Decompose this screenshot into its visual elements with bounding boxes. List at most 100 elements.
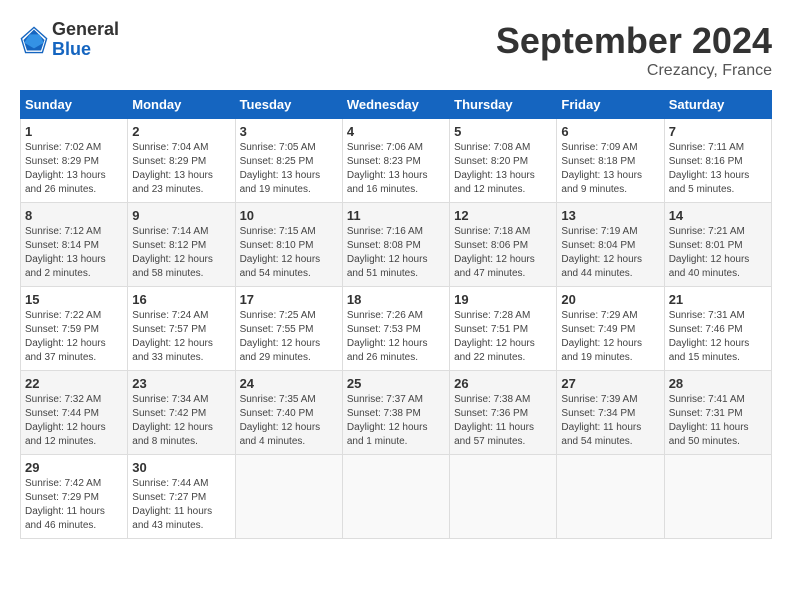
table-row: 17 Sunrise: 7:25 AM Sunset: 7:55 PM Dayl… — [235, 287, 342, 371]
sunset-text: Sunset: 7:29 PM — [25, 492, 99, 503]
day-number: 26 — [454, 376, 552, 391]
sunrise-text: Sunrise: 7:12 AM — [25, 226, 101, 237]
table-row: 29 Sunrise: 7:42 AM Sunset: 7:29 PM Dayl… — [21, 455, 128, 539]
table-row: 11 Sunrise: 7:16 AM Sunset: 8:08 PM Dayl… — [342, 203, 449, 287]
table-row: 25 Sunrise: 7:37 AM Sunset: 7:38 PM Dayl… — [342, 371, 449, 455]
table-row: 23 Sunrise: 7:34 AM Sunset: 7:42 PM Dayl… — [128, 371, 235, 455]
logo-icon — [20, 26, 48, 54]
table-row: 30 Sunrise: 7:44 AM Sunset: 7:27 PM Dayl… — [128, 455, 235, 539]
daylight-text: Daylight: 12 hours and 19 minutes. — [561, 338, 642, 363]
table-row: 15 Sunrise: 7:22 AM Sunset: 7:59 PM Dayl… — [21, 287, 128, 371]
daylight-text: Daylight: 12 hours and 33 minutes. — [132, 338, 213, 363]
sunrise-text: Sunrise: 7:25 AM — [240, 310, 316, 321]
col-monday: Monday — [128, 91, 235, 119]
sunrise-text: Sunrise: 7:35 AM — [240, 394, 316, 405]
sunrise-text: Sunrise: 7:37 AM — [347, 394, 423, 405]
day-info: Sunrise: 7:42 AM Sunset: 7:29 PM Dayligh… — [25, 477, 123, 533]
table-row — [342, 455, 449, 539]
day-info: Sunrise: 7:35 AM Sunset: 7:40 PM Dayligh… — [240, 393, 338, 449]
sunset-text: Sunset: 8:14 PM — [25, 240, 99, 251]
day-number: 10 — [240, 208, 338, 223]
sunset-text: Sunset: 7:59 PM — [25, 324, 99, 335]
month-title: September 2024 — [496, 20, 772, 62]
sunrise-text: Sunrise: 7:21 AM — [669, 226, 745, 237]
table-row: 10 Sunrise: 7:15 AM Sunset: 8:10 PM Dayl… — [235, 203, 342, 287]
sunset-text: Sunset: 8:20 PM — [454, 156, 528, 167]
logo-general-text: General — [52, 19, 119, 39]
day-info: Sunrise: 7:04 AM Sunset: 8:29 PM Dayligh… — [132, 141, 230, 197]
daylight-text: Daylight: 12 hours and 58 minutes. — [132, 254, 213, 279]
table-row: 19 Sunrise: 7:28 AM Sunset: 7:51 PM Dayl… — [450, 287, 557, 371]
day-number: 15 — [25, 292, 123, 307]
daylight-text: Daylight: 13 hours and 23 minutes. — [132, 170, 213, 195]
day-number: 28 — [669, 376, 767, 391]
table-row — [557, 455, 664, 539]
sunrise-text: Sunrise: 7:29 AM — [561, 310, 637, 321]
sunrise-text: Sunrise: 7:39 AM — [561, 394, 637, 405]
sunrise-text: Sunrise: 7:05 AM — [240, 142, 316, 153]
table-row: 21 Sunrise: 7:31 AM Sunset: 7:46 PM Dayl… — [664, 287, 771, 371]
sunset-text: Sunset: 8:12 PM — [132, 240, 206, 251]
table-row — [664, 455, 771, 539]
table-row: 16 Sunrise: 7:24 AM Sunset: 7:57 PM Dayl… — [128, 287, 235, 371]
sunrise-text: Sunrise: 7:41 AM — [669, 394, 745, 405]
daylight-text: Daylight: 12 hours and 12 minutes. — [25, 422, 106, 447]
sunset-text: Sunset: 7:51 PM — [454, 324, 528, 335]
sunrise-text: Sunrise: 7:44 AM — [132, 478, 208, 489]
day-info: Sunrise: 7:06 AM Sunset: 8:23 PM Dayligh… — [347, 141, 445, 197]
daylight-text: Daylight: 12 hours and 51 minutes. — [347, 254, 428, 279]
day-info: Sunrise: 7:11 AM Sunset: 8:16 PM Dayligh… — [669, 141, 767, 197]
sunrise-text: Sunrise: 7:04 AM — [132, 142, 208, 153]
sunset-text: Sunset: 8:01 PM — [669, 240, 743, 251]
sunset-text: Sunset: 8:29 PM — [132, 156, 206, 167]
logo: General Blue — [20, 20, 119, 60]
sunrise-text: Sunrise: 7:09 AM — [561, 142, 637, 153]
table-row: 3 Sunrise: 7:05 AM Sunset: 8:25 PM Dayli… — [235, 119, 342, 203]
day-info: Sunrise: 7:05 AM Sunset: 8:25 PM Dayligh… — [240, 141, 338, 197]
location: Crezancy, France — [496, 62, 772, 80]
table-row: 1 Sunrise: 7:02 AM Sunset: 8:29 PM Dayli… — [21, 119, 128, 203]
sunset-text: Sunset: 7:42 PM — [132, 408, 206, 419]
sunrise-text: Sunrise: 7:08 AM — [454, 142, 530, 153]
sunrise-text: Sunrise: 7:06 AM — [347, 142, 423, 153]
daylight-text: Daylight: 13 hours and 26 minutes. — [25, 170, 106, 195]
day-info: Sunrise: 7:22 AM Sunset: 7:59 PM Dayligh… — [25, 309, 123, 365]
calendar-table: Sunday Monday Tuesday Wednesday Thursday… — [20, 90, 772, 539]
sunset-text: Sunset: 7:44 PM — [25, 408, 99, 419]
sunset-text: Sunset: 7:38 PM — [347, 408, 421, 419]
table-row: 9 Sunrise: 7:14 AM Sunset: 8:12 PM Dayli… — [128, 203, 235, 287]
calendar-header-row: Sunday Monday Tuesday Wednesday Thursday… — [21, 91, 772, 119]
day-info: Sunrise: 7:02 AM Sunset: 8:29 PM Dayligh… — [25, 141, 123, 197]
sunrise-text: Sunrise: 7:14 AM — [132, 226, 208, 237]
daylight-text: Daylight: 12 hours and 22 minutes. — [454, 338, 535, 363]
sunrise-text: Sunrise: 7:34 AM — [132, 394, 208, 405]
day-info: Sunrise: 7:31 AM Sunset: 7:46 PM Dayligh… — [669, 309, 767, 365]
day-number: 7 — [669, 124, 767, 139]
day-number: 1 — [25, 124, 123, 139]
day-info: Sunrise: 7:25 AM Sunset: 7:55 PM Dayligh… — [240, 309, 338, 365]
day-number: 3 — [240, 124, 338, 139]
daylight-text: Daylight: 12 hours and 15 minutes. — [669, 338, 750, 363]
daylight-text: Daylight: 12 hours and 26 minutes. — [347, 338, 428, 363]
day-info: Sunrise: 7:24 AM Sunset: 7:57 PM Dayligh… — [132, 309, 230, 365]
day-info: Sunrise: 7:18 AM Sunset: 8:06 PM Dayligh… — [454, 225, 552, 281]
day-info: Sunrise: 7:16 AM Sunset: 8:08 PM Dayligh… — [347, 225, 445, 281]
day-info: Sunrise: 7:37 AM Sunset: 7:38 PM Dayligh… — [347, 393, 445, 449]
daylight-text: Daylight: 13 hours and 12 minutes. — [454, 170, 535, 195]
day-number: 30 — [132, 460, 230, 475]
table-row: 22 Sunrise: 7:32 AM Sunset: 7:44 PM Dayl… — [21, 371, 128, 455]
table-row: 24 Sunrise: 7:35 AM Sunset: 7:40 PM Dayl… — [235, 371, 342, 455]
daylight-text: Daylight: 13 hours and 9 minutes. — [561, 170, 642, 195]
sunrise-text: Sunrise: 7:38 AM — [454, 394, 530, 405]
day-info: Sunrise: 7:09 AM Sunset: 8:18 PM Dayligh… — [561, 141, 659, 197]
daylight-text: Daylight: 12 hours and 37 minutes. — [25, 338, 106, 363]
col-wednesday: Wednesday — [342, 91, 449, 119]
sunrise-text: Sunrise: 7:18 AM — [454, 226, 530, 237]
calendar-week-row: 15 Sunrise: 7:22 AM Sunset: 7:59 PM Dayl… — [21, 287, 772, 371]
daylight-text: Daylight: 12 hours and 54 minutes. — [240, 254, 321, 279]
day-number: 18 — [347, 292, 445, 307]
daylight-text: Daylight: 11 hours and 54 minutes. — [561, 422, 641, 447]
sunset-text: Sunset: 7:49 PM — [561, 324, 635, 335]
col-friday: Friday — [557, 91, 664, 119]
daylight-text: Daylight: 12 hours and 8 minutes. — [132, 422, 213, 447]
